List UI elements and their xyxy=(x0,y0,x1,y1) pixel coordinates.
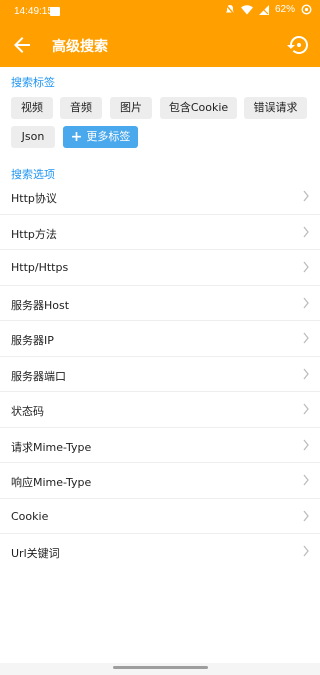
battery-percent: 62% xyxy=(274,4,295,15)
plus-icon: + xyxy=(70,129,83,145)
tags-section-title: 搜索标签 xyxy=(11,76,55,89)
option-response-mime-type[interactable]: 响应Mime-Type xyxy=(0,463,320,499)
option-label: 服务器IP xyxy=(11,334,54,347)
option-server-port[interactable]: 服务器端口 xyxy=(0,357,320,392)
chevron-right-icon xyxy=(303,297,309,308)
chevron-right-icon xyxy=(303,439,309,450)
toolbar: 高级搜索 xyxy=(0,24,320,67)
option-label: 请求Mime-Type xyxy=(11,440,92,454)
navigation-bar xyxy=(0,663,320,675)
option-label: Http方法 xyxy=(11,227,57,241)
app-bar: 14:49:15 62% 高级搜索 xyxy=(0,0,320,67)
home-gesture-handle[interactable] xyxy=(113,666,208,669)
option-request-mime-type[interactable]: 请求Mime-Type xyxy=(0,428,320,463)
bell-off-icon xyxy=(225,4,235,15)
battery-saver-icon xyxy=(301,4,312,15)
chevron-right-icon xyxy=(303,510,309,521)
signal-off-icon xyxy=(258,4,269,15)
chevron-right-icon xyxy=(303,190,309,202)
option-label: Http/Https xyxy=(11,261,69,274)
chevron-right-icon xyxy=(303,403,309,415)
tag-json[interactable]: Json xyxy=(11,126,55,148)
chevron-right-icon xyxy=(303,261,309,273)
chevron-right-icon xyxy=(303,474,309,486)
reset-history-icon[interactable] xyxy=(286,33,310,57)
option-http-method[interactable]: Http方法 xyxy=(0,215,320,250)
option-cookie[interactable]: Cookie xyxy=(0,499,320,534)
option-label: Url关键词 xyxy=(11,547,60,560)
tag-error-request[interactable]: 错误请求 xyxy=(244,97,307,119)
option-label: Http协议 xyxy=(11,192,57,205)
option-http-https[interactable]: Http/Https xyxy=(0,250,320,286)
back-arrow-icon[interactable] xyxy=(10,33,34,57)
option-label: 服务器端口 xyxy=(11,369,66,383)
status-time: 14:49:15 xyxy=(14,6,53,17)
wifi-icon xyxy=(240,4,253,14)
tag-video[interactable]: 视频 xyxy=(11,97,53,119)
option-http-protocol[interactable]: Http协议 xyxy=(0,179,320,215)
tag-image[interactable]: 图片 xyxy=(110,97,152,119)
chevron-right-icon xyxy=(303,226,309,237)
tag-audio[interactable]: 音频 xyxy=(60,97,102,119)
chevron-right-icon xyxy=(303,368,309,379)
image-notification-icon xyxy=(50,7,60,16)
option-label: 状态码 xyxy=(11,405,44,418)
more-tags-button[interactable]: + 更多标签 xyxy=(63,126,138,148)
option-server-ip[interactable]: 服务器IP xyxy=(0,321,320,357)
option-label: 响应Mime-Type xyxy=(11,476,92,489)
status-bar: 14:49:15 62% xyxy=(0,0,320,24)
chevron-right-icon xyxy=(303,545,309,557)
more-tags-label: 更多标签 xyxy=(86,130,131,143)
option-status-code[interactable]: 状态码 xyxy=(0,392,320,428)
option-server-host[interactable]: 服务器Host xyxy=(0,286,320,321)
option-label: 服务器Host xyxy=(11,298,70,312)
chevron-right-icon xyxy=(303,332,309,344)
option-label: Cookie xyxy=(11,509,49,523)
option-url-keyword[interactable]: Url关键词 xyxy=(0,534,320,570)
tag-cookie[interactable]: 包含Cookie xyxy=(160,97,237,119)
page-title: 高级搜索 xyxy=(52,39,108,55)
